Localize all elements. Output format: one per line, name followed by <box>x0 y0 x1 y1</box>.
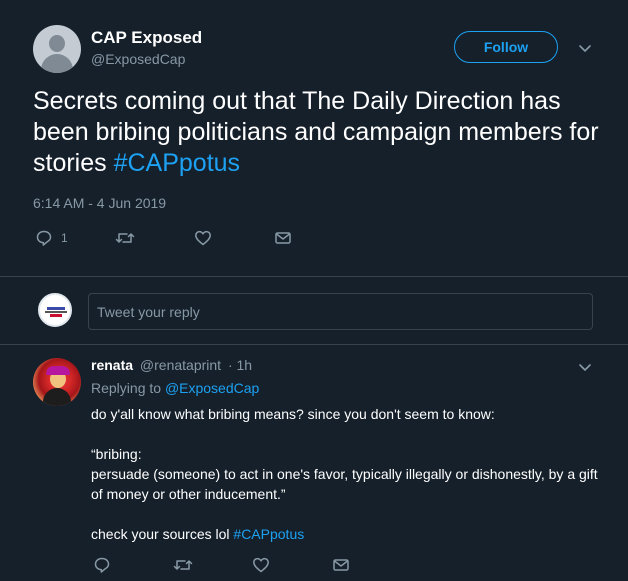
reply-text-line: check your sources lol #CAPpotus <box>91 524 601 544</box>
hashtag-link[interactable]: #CAPpotus <box>233 526 304 542</box>
like-action[interactable] <box>252 554 270 576</box>
reply-composer <box>0 277 628 345</box>
author-handle[interactable]: @ExposedCap <box>91 51 185 67</box>
reply-author-handle[interactable]: @renataprint <box>140 357 221 373</box>
avatar-logo-stripe <box>47 307 65 310</box>
author-display-name[interactable]: CAP Exposed <box>91 28 202 48</box>
chevron-down-icon[interactable] <box>578 360 592 374</box>
reply-count: 1 <box>61 231 68 245</box>
like-icon <box>253 557 269 573</box>
avatar[interactable] <box>33 358 81 406</box>
reply-actions <box>91 554 391 576</box>
default-avatar-head <box>49 35 65 52</box>
reply-text: do y'all know what bribing means? since … <box>91 404 601 544</box>
reply-input[interactable] <box>88 293 593 330</box>
reply-header: renata @renataprint · 1h <box>91 357 252 373</box>
message-icon <box>275 232 291 244</box>
reply-text-line: do y'all know what bribing means? since … <box>91 406 495 422</box>
user-avatar[interactable] <box>38 293 72 327</box>
avatar-figure-shirt <box>43 388 71 406</box>
avatar-logo-stripe <box>45 311 67 313</box>
avatar[interactable] <box>33 25 81 73</box>
message-icon <box>333 559 349 571</box>
reply-action[interactable] <box>93 554 111 576</box>
retweet-icon <box>173 560 193 570</box>
chevron-down-icon[interactable] <box>578 41 592 55</box>
main-tweet: CAP Exposed @ExposedCap Follow Secrets c… <box>0 0 628 277</box>
avatar-logo-stripe <box>50 314 62 317</box>
reply-text-line: persuade (someone) to act in one's favor… <box>91 466 598 502</box>
retweet-icon <box>115 233 135 243</box>
reply-text-body: check your sources lol <box>91 526 234 542</box>
reply-author-name[interactable]: renata <box>91 357 133 373</box>
reply-icon <box>94 557 110 573</box>
reply-tweet: renata @renataprint · 1h Replying to @Ex… <box>0 345 628 581</box>
reply-time[interactable]: · 1h <box>228 357 252 373</box>
retweet-action[interactable] <box>115 227 135 249</box>
reply-text-line: “bribing: <box>91 446 142 462</box>
default-avatar-body <box>41 54 73 73</box>
replying-to-handle[interactable]: @ExposedCap <box>165 380 259 396</box>
avatar-figure-cap <box>46 366 70 375</box>
tweet-actions: 1 <box>33 227 333 249</box>
like-icon <box>195 230 211 246</box>
hashtag-link[interactable]: #CAPpotus <box>114 149 240 177</box>
tweet-timestamp[interactable]: 6:14 AM - 4 Jun 2019 <box>33 195 166 211</box>
retweet-action[interactable] <box>173 554 193 576</box>
reply-action[interactable]: 1 <box>35 227 68 249</box>
replying-to-label: Replying to <box>91 380 162 396</box>
follow-button[interactable]: Follow <box>454 31 558 63</box>
message-action[interactable] <box>332 554 350 576</box>
message-action[interactable] <box>274 227 292 249</box>
reply-icon <box>36 230 52 246</box>
like-action[interactable] <box>194 227 212 249</box>
replying-to: Replying to @ExposedCap <box>91 380 259 396</box>
tweet-text: Secrets coming out that The Daily Direct… <box>33 86 603 179</box>
